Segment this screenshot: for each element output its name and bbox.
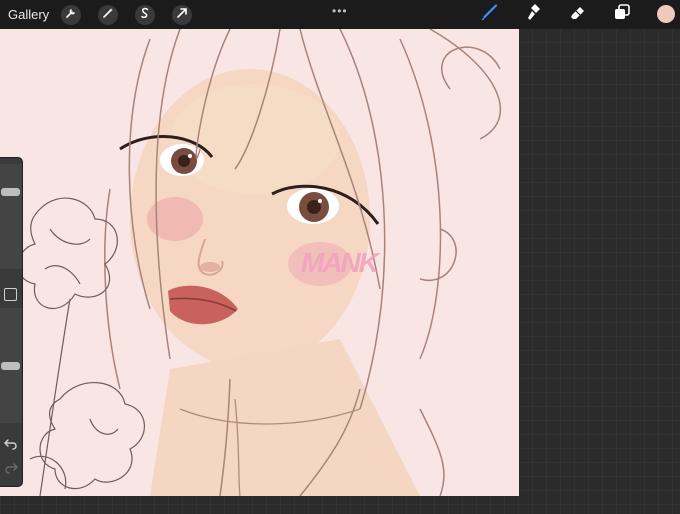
actions-button[interactable] <box>61 4 82 25</box>
brush-tool-button[interactable] <box>479 2 499 27</box>
selection-icon <box>139 6 151 24</box>
adjustments-button[interactable] <box>98 4 119 25</box>
layers-icon <box>612 2 632 27</box>
layers-button[interactable] <box>612 2 632 27</box>
undo-button[interactable] <box>4 437 18 451</box>
left-sidebar <box>0 158 22 486</box>
watermark-text: MANK <box>301 247 379 278</box>
opacity-thumb[interactable] <box>1 362 20 370</box>
selection-button[interactable] <box>135 4 156 25</box>
wrench-icon <box>65 6 77 24</box>
smudge-tool-button[interactable] <box>524 2 544 27</box>
artwork <box>0 29 519 496</box>
transform-arrow-icon <box>176 6 188 24</box>
brush-size-thumb[interactable] <box>1 188 20 196</box>
drawing-canvas[interactable]: MANK <box>0 29 519 496</box>
more-menu-dots[interactable]: ••• <box>332 4 348 18</box>
smudge-icon <box>524 2 544 27</box>
eraser-tool-button[interactable] <box>568 4 588 24</box>
eraser-icon <box>568 2 588 27</box>
color-swatch[interactable] <box>657 5 675 23</box>
undo-icon <box>4 438 18 455</box>
top-toolbar: Gallery ••• <box>0 0 680 29</box>
redo-button[interactable] <box>4 461 18 475</box>
magic-wand-icon <box>102 6 114 24</box>
brush-icon <box>479 2 499 27</box>
transform-button[interactable] <box>172 4 193 25</box>
gallery-button[interactable]: Gallery <box>8 7 49 22</box>
modify-button[interactable] <box>4 288 17 301</box>
brush-size-slider[interactable] <box>0 164 22 269</box>
opacity-slider[interactable] <box>0 308 22 423</box>
redo-icon <box>4 462 18 479</box>
